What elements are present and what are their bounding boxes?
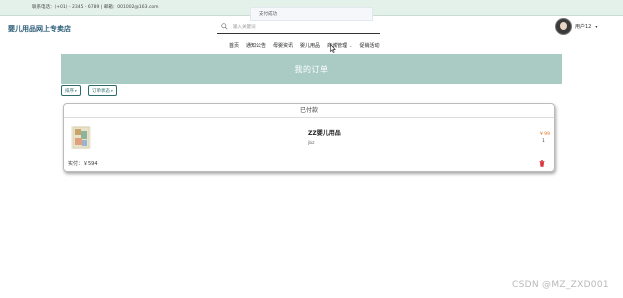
- chevron-down-icon[interactable]: ▾: [595, 24, 597, 29]
- nav-item-news[interactable]: 母婴资讯: [273, 42, 293, 49]
- mouse-cursor-icon: [330, 44, 336, 53]
- main-nav: 首页 通知公告 母婴资讯 婴儿用品 商城管理 ⌄ 促销活动: [229, 40, 386, 50]
- page-banner: 我的订单: [61, 54, 562, 84]
- product-name[interactable]: ZZ婴儿用品: [308, 128, 341, 137]
- page-title: 我的订单: [294, 64, 329, 74]
- chevron-down-icon: ▾: [111, 89, 113, 93]
- order-card[interactable]: 已付款 ZZ婴儿用品 jbz ¥ 99 1 实付：￥594: [63, 103, 555, 172]
- search-box[interactable]: 输入关键词: [217, 21, 380, 34]
- nav-item-promotions[interactable]: 促销活动: [359, 42, 379, 49]
- sort-dropdown[interactable]: 排序▾: [61, 85, 81, 96]
- product-thumbnail[interactable]: [71, 126, 91, 149]
- order-status-header: 已付款: [64, 104, 554, 118]
- trash-icon[interactable]: [539, 160, 545, 167]
- nav-item-home[interactable]: 首页: [229, 42, 239, 49]
- user-menu[interactable]: 用户12 ▾: [555, 17, 597, 35]
- nav-item-products[interactable]: 婴儿用品: [300, 42, 320, 49]
- nav-item-notices[interactable]: 通知公告: [246, 42, 266, 49]
- order-status-dropdown[interactable]: 订单状态▾: [88, 85, 117, 96]
- search-icon[interactable]: [221, 23, 228, 30]
- chevron-down-icon: ⌄: [349, 42, 353, 48]
- product-description: jbz: [308, 141, 315, 146]
- chevron-down-icon: ▾: [75, 89, 77, 93]
- contact-info: 联系电话：(+01) - 2345 - 6789 | 邮箱：001002@163…: [32, 5, 159, 10]
- avatar[interactable]: [555, 17, 572, 35]
- product-price: ¥ 99: [540, 132, 551, 137]
- search-input[interactable]: 输入关键词: [233, 24, 256, 30]
- toast-message: 支付成功: [259, 12, 277, 17]
- username[interactable]: 用户12: [575, 23, 591, 30]
- paid-amount: 实付：￥594: [68, 161, 98, 167]
- product-quantity: 1: [542, 139, 545, 144]
- site-brand[interactable]: 婴儿用品网上专卖店: [8, 24, 71, 34]
- watermark: CSDN @MZ_ZXD001: [512, 280, 609, 290]
- success-toast: 支付成功: [250, 7, 373, 21]
